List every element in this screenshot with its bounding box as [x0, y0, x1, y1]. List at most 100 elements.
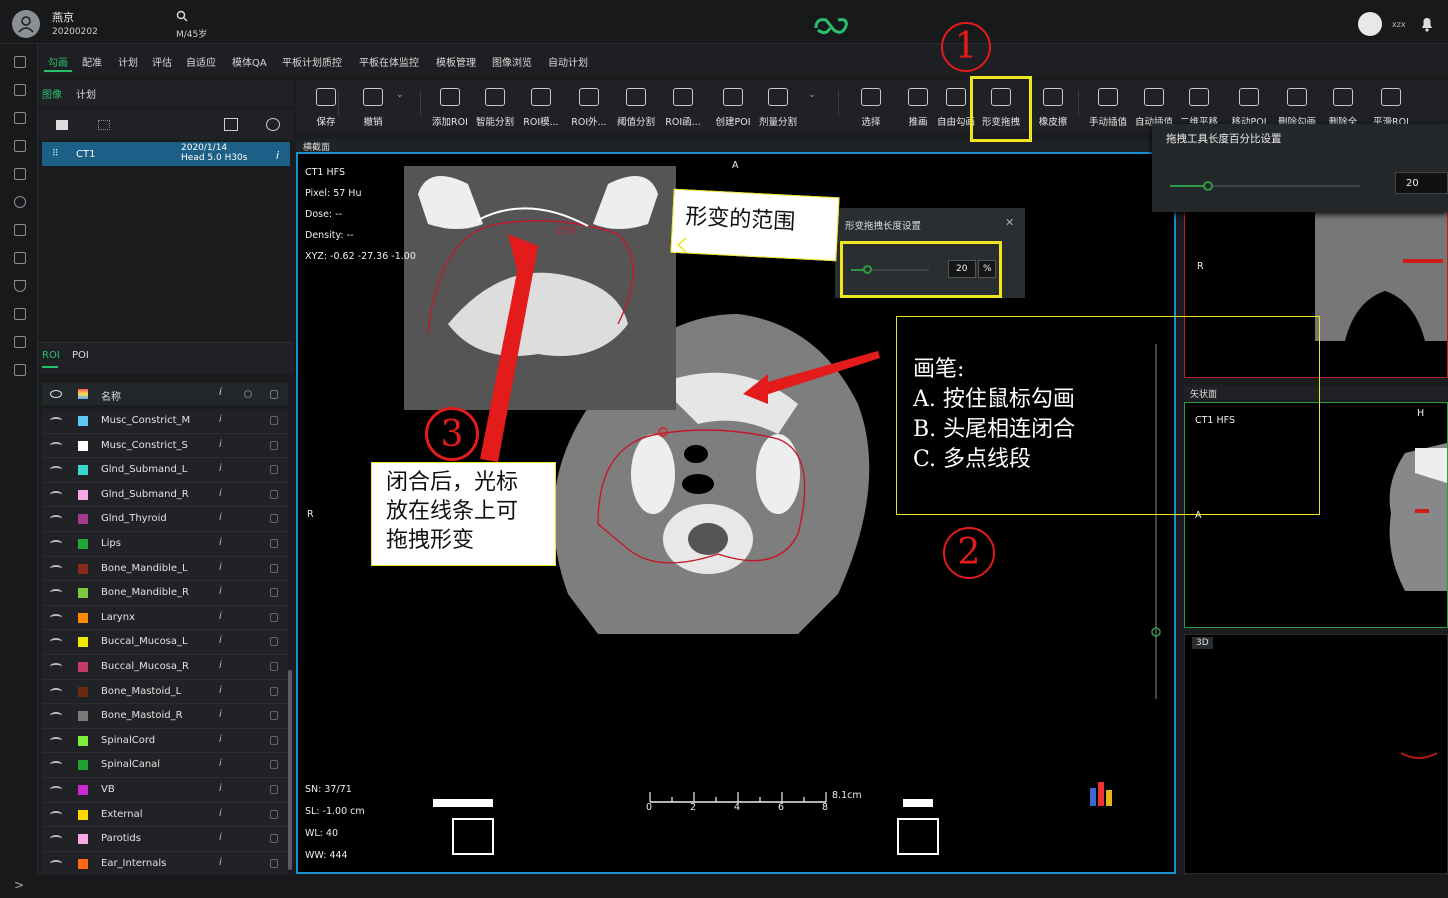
- eye-icon[interactable]: [50, 662, 62, 670]
- roi-row[interactable]: Glnd_Thyroid i: [42, 507, 288, 532]
- eye-icon[interactable]: [50, 785, 62, 793]
- roi-color-swatch[interactable]: [78, 465, 88, 476]
- roi-row[interactable]: Parotids i: [42, 827, 288, 852]
- roi-row[interactable]: Bone_Mastoid_L i: [42, 679, 288, 705]
- roi-color-swatch[interactable]: [78, 858, 88, 869]
- roi-row[interactable]: Glnd_Submand_L i: [42, 458, 288, 483]
- copy-icon[interactable]: [14, 84, 26, 96]
- lock-icon[interactable]: [270, 416, 278, 425]
- roi-color-swatch[interactable]: [78, 416, 88, 426]
- lock-icon[interactable]: [270, 834, 278, 844]
- tool-button-smart-segment[interactable]: 智能分割: [472, 84, 518, 130]
- roi-row[interactable]: Ear_Internals i: [42, 851, 288, 877]
- eye-icon[interactable]: [50, 761, 62, 768]
- eye-icon[interactable]: [50, 589, 62, 596]
- info-icon[interactable]: i: [219, 709, 222, 720]
- roi-row[interactable]: Musc_Constrict_S i: [42, 433, 288, 459]
- eye-icon[interactable]: [50, 859, 62, 867]
- roi-color-swatch[interactable]: [78, 809, 88, 820]
- roi-color-swatch[interactable]: [78, 711, 88, 722]
- info-icon[interactable]: i: [219, 414, 222, 425]
- roi-color-swatch[interactable]: [78, 440, 88, 451]
- image-settings-icon[interactable]: [266, 118, 280, 131]
- pct-slider-thumb[interactable]: [1203, 181, 1213, 191]
- patient-avatar[interactable]: [12, 10, 40, 38]
- menu-image-browse[interactable]: 图像浏览: [492, 54, 532, 69]
- menu-phantom-qa[interactable]: 模体QA: [232, 54, 267, 69]
- roi-row[interactable]: VB i: [42, 777, 288, 803]
- eye-icon[interactable]: [50, 687, 62, 695]
- roi-row[interactable]: Bone_Mastoid_R i: [42, 704, 288, 729]
- roi-color-swatch[interactable]: [78, 588, 88, 599]
- menu-plan[interactable]: 计划: [118, 54, 138, 69]
- tool-button-save[interactable]: 保存: [303, 84, 349, 130]
- eye-icon[interactable]: [50, 613, 62, 621]
- roi-row[interactable]: Buccal_Mucosa_R i: [42, 654, 288, 680]
- eye-icon[interactable]: [50, 736, 62, 744]
- lock-icon[interactable]: [270, 489, 278, 499]
- roi-row[interactable]: SpinalCord i: [42, 728, 288, 754]
- menu-auto-plan[interactable]: 自动计划: [548, 54, 588, 69]
- info-icon[interactable]: i: [219, 512, 222, 523]
- image-icon[interactable]: [14, 140, 26, 152]
- menu-evaluate[interactable]: 评估: [152, 54, 172, 69]
- bell-icon[interactable]: [1420, 16, 1434, 32]
- info-icon[interactable]: i: [219, 808, 222, 819]
- eye-icon[interactable]: [50, 539, 62, 547]
- chevron-down-icon[interactable]: ⌄: [808, 90, 816, 100]
- lock-icon[interactable]: [270, 809, 278, 819]
- roi-row[interactable]: Lips i: [42, 531, 288, 557]
- roi-row[interactable]: SpinalCanal i: [42, 753, 288, 778]
- tab-poi[interactable]: POI: [72, 350, 89, 361]
- roi-color-swatch[interactable]: [78, 637, 88, 648]
- pct-value-input[interactable]: 20: [1395, 172, 1448, 194]
- info-icon[interactable]: i: [219, 857, 222, 868]
- roi-row[interactable]: Larynx i: [42, 605, 288, 631]
- grid-icon[interactable]: [98, 120, 110, 130]
- tool-button-roi-outer[interactable]: ROI外...: [566, 84, 612, 130]
- folder-icon[interactable]: [56, 120, 68, 130]
- info-icon[interactable]: i: [219, 488, 222, 499]
- orientation-cube-icon[interactable]: [1090, 782, 1112, 806]
- eye-icon[interactable]: [50, 390, 62, 398]
- roi-color-swatch[interactable]: [78, 661, 88, 672]
- chart-icon[interactable]: [14, 224, 26, 236]
- roi-color-swatch[interactable]: [78, 784, 88, 795]
- lock-icon[interactable]: [270, 686, 278, 696]
- tab-plan[interactable]: 计划: [76, 86, 96, 101]
- tool-button-roi-template[interactable]: ROI模...: [518, 84, 564, 130]
- menu-panel-plan-qc[interactable]: 平板计划质控: [282, 54, 342, 69]
- menu-adaptive[interactable]: 自适应: [186, 54, 216, 69]
- search-icon[interactable]: [176, 10, 188, 22]
- eye-icon[interactable]: [50, 712, 62, 719]
- menu-panel-invivo[interactable]: 平板在体监控: [359, 54, 419, 69]
- shield-icon[interactable]: [14, 280, 26, 292]
- roi-color-swatch[interactable]: [78, 686, 88, 697]
- roi-color-swatch[interactable]: [78, 834, 88, 845]
- lock-icon[interactable]: [270, 637, 278, 647]
- info-icon[interactable]: i: [219, 537, 222, 548]
- info-icon[interactable]: i: [219, 660, 222, 671]
- roi-color-swatch[interactable]: [78, 514, 88, 525]
- tool-button-dose-segment[interactable]: 剂量分割: [755, 84, 801, 130]
- lock-icon[interactable]: [270, 563, 278, 573]
- info-icon[interactable]: i: [219, 783, 222, 794]
- location-icon[interactable]: [14, 196, 26, 208]
- info-icon[interactable]: i: [219, 685, 222, 696]
- menu-registration[interactable]: 配准: [82, 54, 102, 69]
- lock-icon[interactable]: [270, 440, 278, 450]
- info-icon[interactable]: i: [219, 562, 222, 573]
- tool-button-eraser[interactable]: 橡皮擦: [1030, 84, 1076, 130]
- menu-contour[interactable]: 勾画: [48, 54, 68, 69]
- home-icon[interactable]: [14, 56, 26, 68]
- lock-icon[interactable]: [270, 612, 278, 622]
- roi-row[interactable]: Musc_Constrict_M i: [42, 409, 288, 434]
- tool-button-threshold[interactable]: 阈值分割: [613, 84, 659, 130]
- roi-scrollbar[interactable]: [288, 670, 292, 870]
- eye-icon[interactable]: [50, 417, 62, 424]
- info-icon[interactable]: i: [219, 463, 222, 474]
- roi-color-swatch[interactable]: [78, 760, 88, 771]
- eye-icon[interactable]: [50, 638, 62, 645]
- user-avatar[interactable]: [1358, 12, 1382, 36]
- 3d-view[interactable]: [1184, 634, 1448, 874]
